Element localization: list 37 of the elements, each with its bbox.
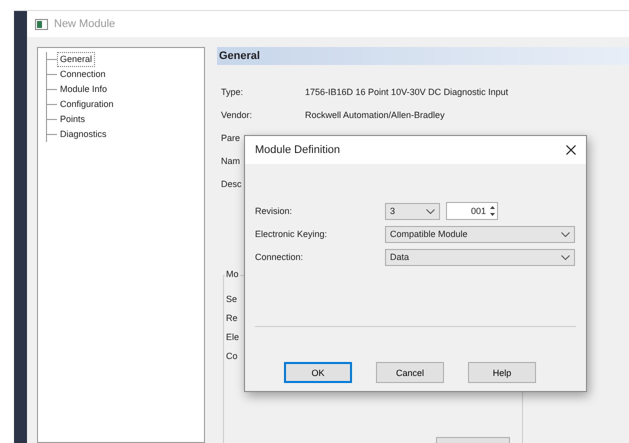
tree-item[interactable]: Connection — [57, 67, 109, 82]
spinner-arrows-icon — [488, 204, 497, 218]
field-label: Type: — [221, 86, 244, 99]
chevron-down-icon — [426, 208, 435, 214]
field-value: 1756-IB16D 16 Point 10V-30V DC Diagnostic Input — [305, 86, 510, 99]
section-header: General — [217, 47, 629, 65]
dropdown[interactable]: Compatible Module — [385, 226, 575, 242]
dialog-button[interactable]: OK — [284, 362, 352, 383]
tree-item[interactable]: General — [57, 52, 96, 67]
field-label: Co — [226, 351, 238, 361]
chevron-down-icon — [561, 254, 570, 260]
chevron-down-icon — [561, 232, 570, 236]
dialog-button[interactable]: Help — [468, 362, 536, 383]
dialog-button[interactable]: Cancel — [376, 362, 444, 383]
field-label: Se — [226, 294, 238, 304]
revision-dropdown[interactable]: 3 — [385, 202, 440, 220]
field-label: Revision: — [255, 206, 294, 216]
field-label: Electronic Keying: — [255, 229, 328, 239]
field-label: Desc — [221, 178, 243, 191]
field-label: Pare — [221, 132, 242, 145]
tree-item[interactable]: Points — [57, 112, 88, 127]
dialog-title: Module Definition — [255, 144, 340, 156]
window-title: New Module — [54, 18, 116, 30]
field-label: Re — [226, 313, 238, 323]
field-label: Nam — [221, 155, 242, 168]
tree-item[interactable]: Diagnostics — [57, 127, 110, 142]
tree-item[interactable]: Configuration — [57, 97, 117, 112]
minor-revision-spinner[interactable]: 001 — [446, 202, 498, 220]
close-icon[interactable] — [566, 145, 576, 155]
field-label: Connection: — [255, 252, 304, 262]
window-icon — [35, 18, 48, 30]
field-label: Ele — [226, 332, 240, 342]
dropdown[interactable]: Data — [385, 248, 575, 266]
group-title: Mo — [225, 269, 240, 279]
field-label: Vendor: — [221, 109, 254, 122]
tree-item[interactable]: Module Info — [57, 82, 110, 97]
field-value: Rockwell Automation/Allen-Bradley — [305, 109, 446, 122]
